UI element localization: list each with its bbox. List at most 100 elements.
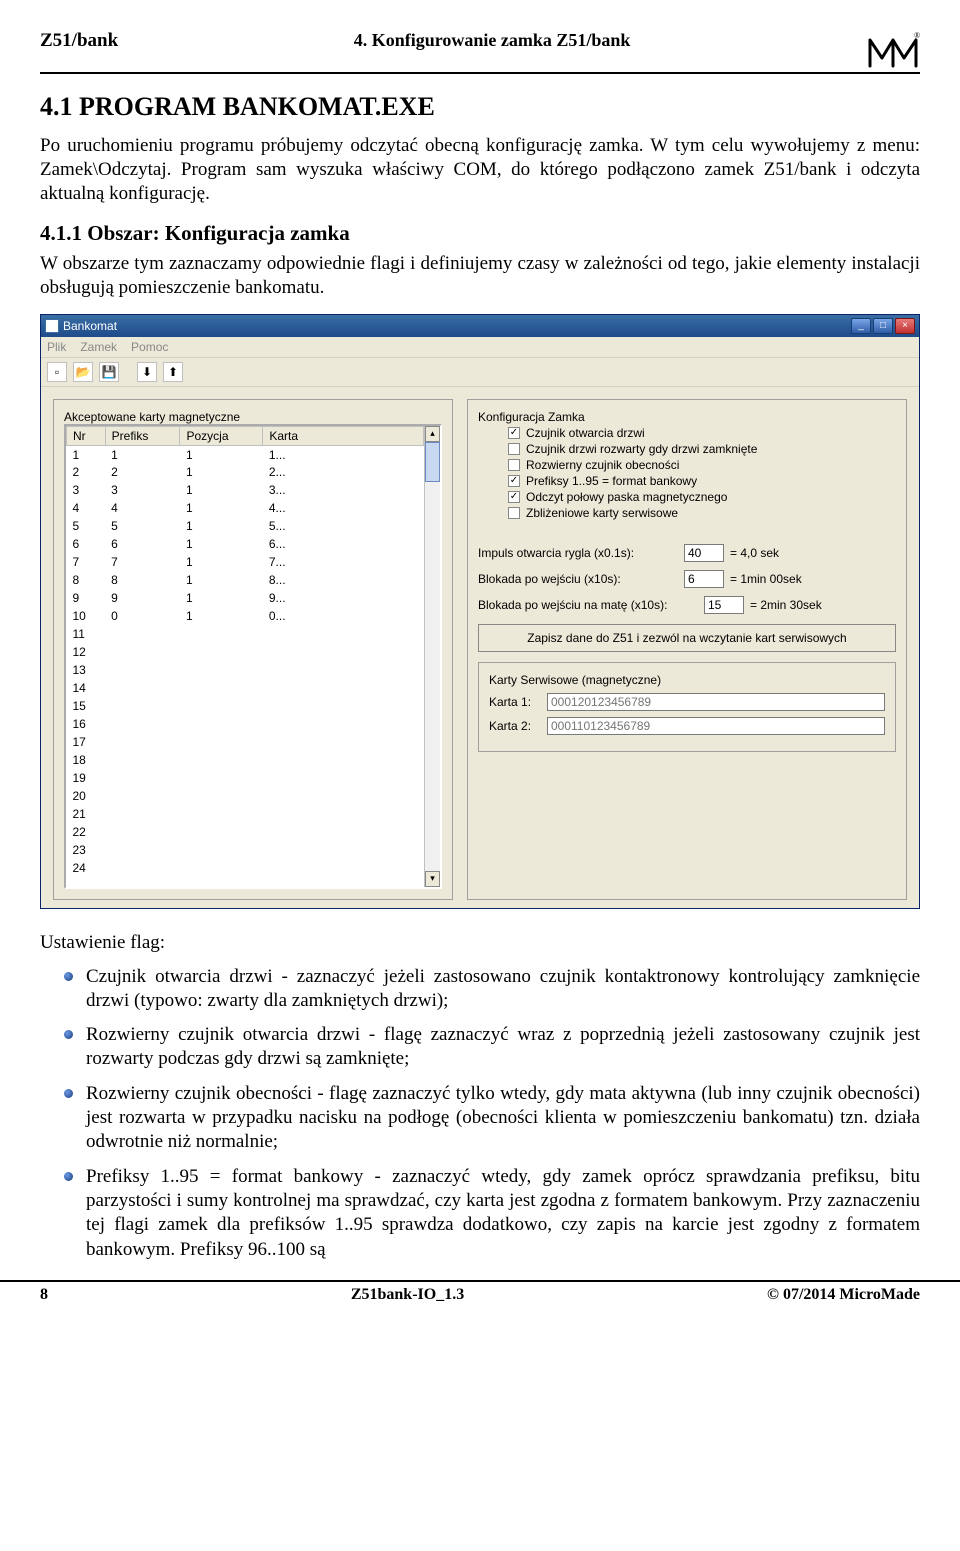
table-row[interactable]: 9919... xyxy=(67,589,424,607)
checkbox-row-4: ✓Odczyt połowy paska magnetycznego xyxy=(508,490,896,504)
col-pozycja[interactable]: Pozycja xyxy=(180,426,263,445)
scroll-track[interactable] xyxy=(425,482,440,871)
cell-pozycja xyxy=(180,625,263,643)
checkbox-5[interactable] xyxy=(508,507,520,519)
checkbox-row-5: Zbliżeniowe karty serwisowe xyxy=(508,506,896,520)
flags-heading: Ustawienie flag: xyxy=(40,931,920,955)
cell-karta xyxy=(263,643,424,661)
scroll-up-icon[interactable]: ▴ xyxy=(425,426,440,442)
header-left: Z51/bank xyxy=(40,30,118,52)
cell-prefiks xyxy=(105,787,180,805)
checkbox-0[interactable]: ✓ xyxy=(508,427,520,439)
checkbox-row-2: Rozwierny czujnik obecności xyxy=(508,458,896,472)
col-karta[interactable]: Karta xyxy=(263,426,424,445)
input-impuls[interactable] xyxy=(684,544,724,562)
toolbar: ▫ 📂 💾 ⬇ ⬆ xyxy=(41,358,919,387)
toolbar-upload-icon[interactable]: ⬆ xyxy=(163,362,183,382)
menu-pomoc[interactable]: Pomoc xyxy=(131,340,168,354)
cell-karta xyxy=(263,625,424,643)
toolbar-open-icon[interactable]: 📂 xyxy=(73,362,93,382)
cell-prefiks: 4 xyxy=(105,499,180,517)
table-row[interactable]: 10010... xyxy=(67,607,424,625)
scrollbar[interactable]: ▴ ▾ xyxy=(424,426,440,887)
table-row[interactable]: 12 xyxy=(67,643,424,661)
cell-prefiks xyxy=(105,643,180,661)
input-blokada-m[interactable] xyxy=(704,596,744,614)
table-row[interactable]: 11 xyxy=(67,625,424,643)
cell-nr: 9 xyxy=(67,589,106,607)
table-row[interactable]: 8818... xyxy=(67,571,424,589)
table-row[interactable]: 14 xyxy=(67,679,424,697)
table-row[interactable]: 15 xyxy=(67,697,424,715)
table-row[interactable]: 17 xyxy=(67,733,424,751)
input-karta1[interactable] xyxy=(547,693,885,711)
table-row[interactable]: 18 xyxy=(67,751,424,769)
cell-nr: 16 xyxy=(67,715,106,733)
app-icon xyxy=(45,319,59,333)
checkbox-1[interactable] xyxy=(508,443,520,455)
menu-zamek[interactable]: Zamek xyxy=(80,340,117,354)
scroll-thumb[interactable] xyxy=(425,442,440,482)
save-to-z51-button[interactable]: Zapisz dane do Z51 i zezwól na wczytanie… xyxy=(478,624,896,652)
cell-nr: 4 xyxy=(67,499,106,517)
cell-karta xyxy=(263,769,424,787)
table-row[interactable]: 1111... xyxy=(67,445,424,463)
col-prefiks[interactable]: Prefiks xyxy=(105,426,180,445)
cell-pozycja xyxy=(180,733,263,751)
table-row[interactable]: 4414... xyxy=(67,499,424,517)
table-row[interactable]: 22 xyxy=(67,823,424,841)
cell-karta xyxy=(263,859,424,877)
cell-prefiks: 7 xyxy=(105,553,180,571)
checkbox-4[interactable]: ✓ xyxy=(508,491,520,503)
cell-prefiks: 5 xyxy=(105,517,180,535)
table-row[interactable]: 7717... xyxy=(67,553,424,571)
cell-prefiks: 0 xyxy=(105,607,180,625)
col-nr[interactable]: Nr xyxy=(67,426,106,445)
logo: ® xyxy=(866,30,920,70)
toolbar-download-icon[interactable]: ⬇ xyxy=(137,362,157,382)
cell-karta xyxy=(263,823,424,841)
cell-prefiks: 1 xyxy=(105,445,180,463)
toolbar-save-icon[interactable]: 💾 xyxy=(99,362,119,382)
card-list[interactable]: Nr Prefiks Pozycja Karta 1111...2212...3… xyxy=(64,424,442,889)
table-row[interactable]: 13 xyxy=(67,661,424,679)
cell-karta: 2... xyxy=(263,463,424,481)
table-row[interactable]: 20 xyxy=(67,787,424,805)
group-lock-config-title: Konfiguracja Zamka xyxy=(478,410,585,424)
minimize-button[interactable]: _ xyxy=(851,318,871,334)
input-blokada-w[interactable] xyxy=(684,570,724,588)
cell-pozycja xyxy=(180,769,263,787)
scroll-down-icon[interactable]: ▾ xyxy=(425,871,440,887)
maximize-button[interactable]: □ xyxy=(873,318,893,334)
cell-prefiks: 8 xyxy=(105,571,180,589)
checkbox-3[interactable]: ✓ xyxy=(508,475,520,487)
table-row[interactable]: 24 xyxy=(67,859,424,877)
cell-pozycja: 1 xyxy=(180,445,263,463)
table-row[interactable]: 5515... xyxy=(67,517,424,535)
row-blokada-mata: Blokada po wejściu na matę (x10s): = 2mi… xyxy=(478,596,896,614)
toolbar-new-icon[interactable]: ▫ xyxy=(47,362,67,382)
cell-prefiks xyxy=(105,823,180,841)
cell-prefiks xyxy=(105,661,180,679)
row-blokada-wejscie: Blokada po wejściu (x10s): = 1min 00sek xyxy=(478,570,896,588)
table-row[interactable]: 2212... xyxy=(67,463,424,481)
titlebar[interactable]: Bankomat _ □ × xyxy=(41,315,919,337)
table-row[interactable]: 3313... xyxy=(67,481,424,499)
cell-pozycja: 1 xyxy=(180,589,263,607)
cell-nr: 3 xyxy=(67,481,106,499)
table-row[interactable]: 19 xyxy=(67,769,424,787)
menu-plik[interactable]: Plik xyxy=(47,340,66,354)
cell-karta: 4... xyxy=(263,499,424,517)
input-karta2[interactable] xyxy=(547,717,885,735)
table-row[interactable]: 23 xyxy=(67,841,424,859)
close-button[interactable]: × xyxy=(895,318,915,334)
group-lock-config: Konfiguracja Zamka ✓Czujnik otwarcia drz… xyxy=(467,399,907,900)
cell-pozycja: 1 xyxy=(180,481,263,499)
table-row[interactable]: 21 xyxy=(67,805,424,823)
label-karta1: Karta 1: xyxy=(489,695,539,709)
checkbox-2[interactable] xyxy=(508,459,520,471)
table-row[interactable]: 16 xyxy=(67,715,424,733)
table-row[interactable]: 6616... xyxy=(67,535,424,553)
cell-prefiks xyxy=(105,841,180,859)
cell-prefiks: 3 xyxy=(105,481,180,499)
